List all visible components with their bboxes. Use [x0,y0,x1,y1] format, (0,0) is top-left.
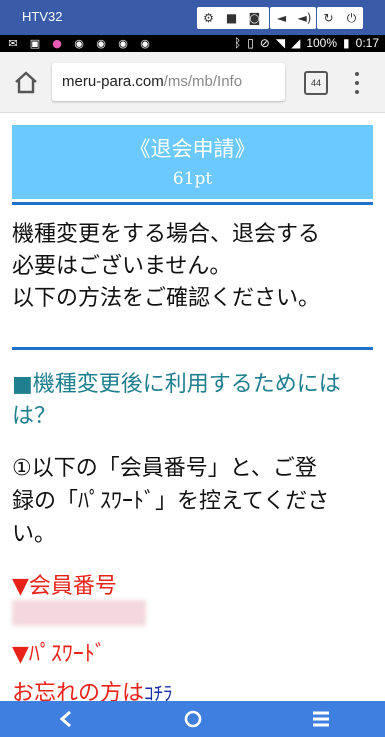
tab-switcher-button[interactable]: 44 [304,71,328,95]
circle-home-icon[interactable] [173,707,213,731]
overflow-menu-icon[interactable] [352,69,362,97]
member-number-value-redacted [12,600,146,626]
info-line: 必要はございません。 [12,254,232,279]
page-title: 《退会申請》 [129,137,256,161]
forgot-password-row: お忘れの方はｺﾁﾗ [12,675,173,701]
clock: 0:17 [355,36,379,50]
step-line: ①以下の「会員番号」と、ご登 [12,456,317,481]
chrome-icon: ◉ [96,36,106,50]
back-icon[interactable] [46,707,86,731]
volume-down-icon[interactable]: ◄ [270,7,293,29]
battery-percent: 100% [306,36,338,50]
divider [12,347,373,350]
forgot-link[interactable]: ｺﾁﾗ [144,683,173,701]
signal-icon: ◢ [291,36,301,50]
video-icon[interactable]: ■ [220,7,243,29]
chrome-icon: ◉ [118,36,128,50]
emulator-title: HTV32 [22,9,63,24]
volume-group: ◄ ◄) [270,7,316,29]
step-line: い。 [12,522,57,547]
section-heading-line: は？ [12,404,57,429]
step-line: 録の「ﾊﾟｽﾜｰﾄﾞ」を控えてくださ [12,489,330,514]
bluetooth-icon: ᛒ [233,36,242,50]
chrome-icon: ◉ [140,36,150,50]
power-icon[interactable]: ⏻ [340,7,363,29]
emulator-toolbar: HTV32 ⚙ ■ ◙ ◄ ◄) ↻ ⏻ [0,0,385,35]
browser-toolbar: meru-para.com/ms/mb/Info 44 [0,52,385,113]
member-number-label: ▼会員番号 [12,574,117,599]
url-bar[interactable]: meru-para.com/ms/mb/Info [52,63,285,101]
chrome-icon: ◉ [74,36,84,50]
volume-up-icon[interactable]: ◄) [293,7,316,29]
app-icon: ▣ [29,36,41,50]
notification-icons: ✉ ▣ ● ◉ ◉ ◉ ◉ [6,36,152,50]
wifi-icon: ◥ [275,36,286,50]
step-instructions: ①以下の「会員番号」と、ご登 録の「ﾊﾟｽﾜｰﾄﾞ」を控えてくださ い。 [12,452,377,551]
password-label: ▼ﾊﾟｽﾜｰﾄﾞ [12,642,106,667]
emulator-tools-group: ⚙ ■ ◙ [197,7,269,29]
url-text: meru-para.com/ms/mb/Info [62,73,242,90]
rotate-icon[interactable]: ↻ [317,7,340,29]
section-heading: ■機種変更後に利用するためには は？ [12,369,376,433]
forgot-text: お忘れの方は [12,681,145,701]
navigation-bar [0,701,385,737]
battery-icon: ▮ [343,36,350,50]
app-pink-icon: ● [52,36,62,50]
page-content: 《退会申請》 61pt 機種変更をする場合、退会する 必要はございません。 以下… [0,113,385,701]
home-icon[interactable] [12,68,40,96]
info-paragraph: 機種変更をする場合、退会する 必要はございません。 以下の方法をご確認ください。 [12,219,376,315]
url-path: /ms/mb/Info [163,73,243,90]
mail-icon: ✉ [8,36,18,50]
header-banner: 《退会申請》 61pt [12,125,373,199]
section-heading-line: ■機種変更後に利用するためには [12,372,341,397]
info-line: 以下の方法をご確認ください。 [12,286,321,311]
points-balance: 61pt [172,169,213,189]
camera-icon[interactable]: ◙ [243,7,266,29]
divider [12,202,373,205]
power-group: ↻ ⏻ [317,7,363,29]
status-bar: ✉ ▣ ● ◉ ◉ ◉ ◉ ᛒ ▯ ⊘ ◥ ◢ 100% ▮ 0:17 [0,35,385,52]
url-host: meru-para.com [62,73,164,90]
settings-icon[interactable]: ⚙ [197,7,220,29]
system-icons: ᛒ ▯ ⊘ ◥ ◢ 100% ▮ 0:17 [234,36,379,50]
vibrate-icon: ▯ [247,36,254,50]
info-line: 機種変更をする場合、退会する [12,222,321,247]
menu-icon[interactable] [301,707,341,731]
no-sim-icon: ⊘ [259,36,270,50]
